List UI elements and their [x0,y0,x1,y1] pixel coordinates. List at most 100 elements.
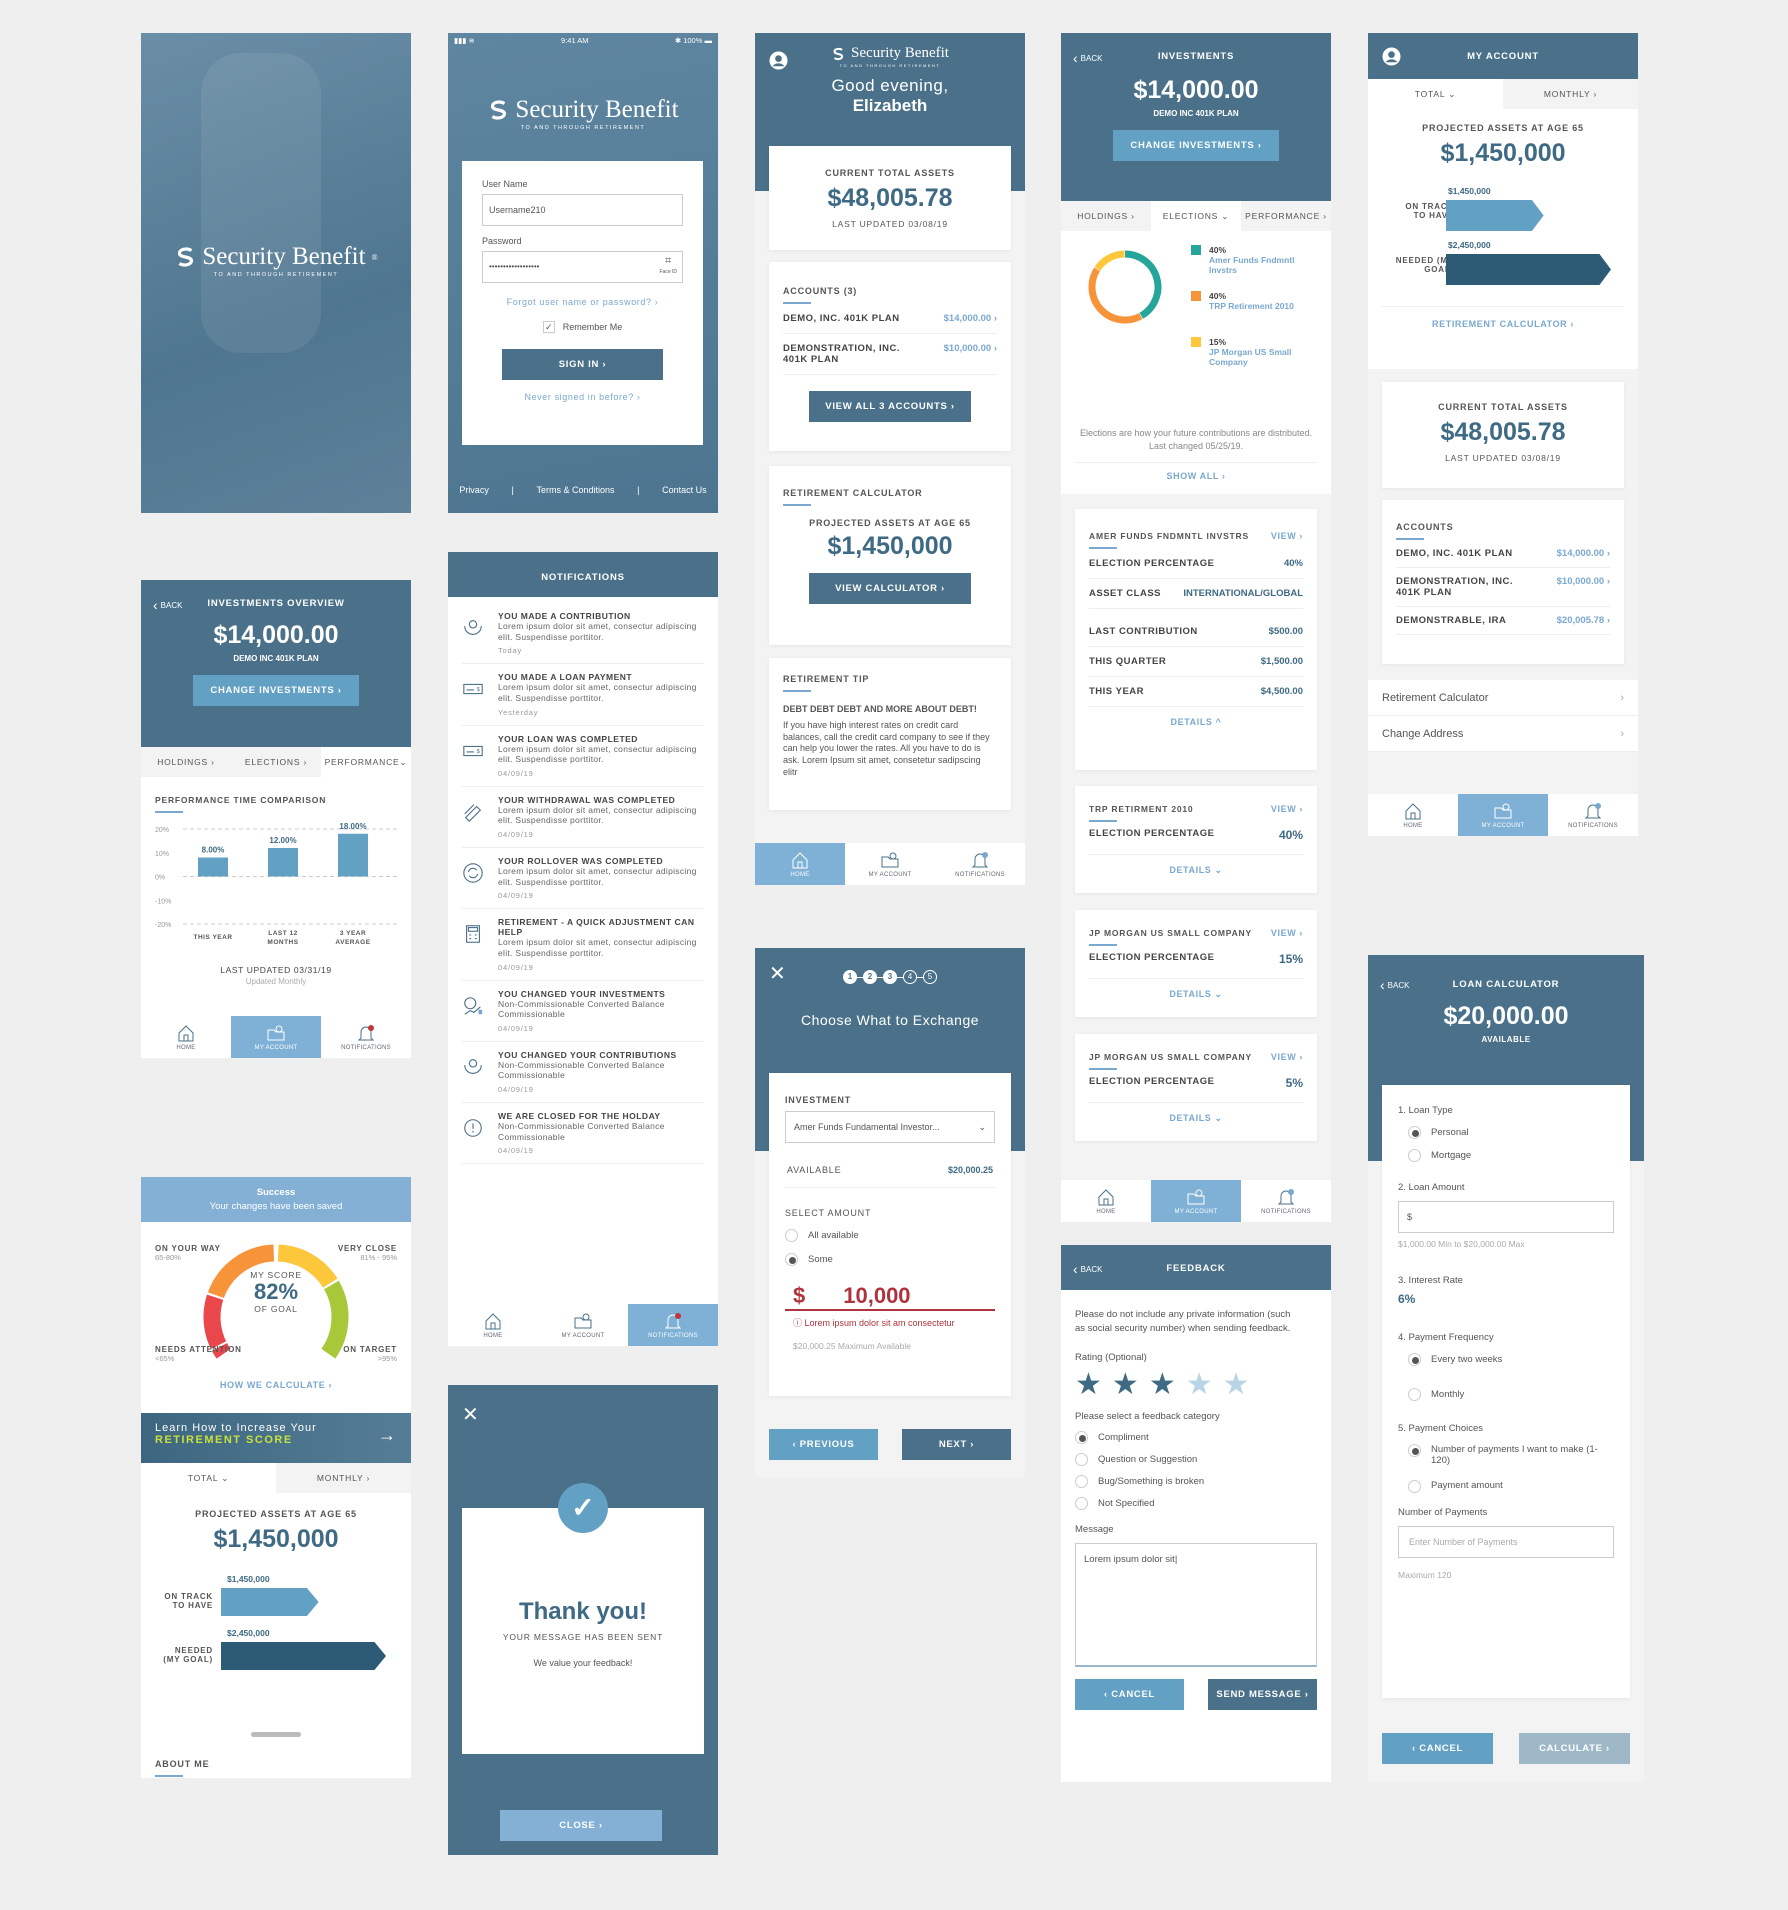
loan-type-option[interactable]: Mortgage [1408,1149,1614,1162]
category-option[interactable]: Question or Suggestion [1075,1452,1317,1466]
number-of-payments-input[interactable]: Enter Number of Payments [1398,1526,1614,1558]
notification-item[interactable]: YOUR WITHDRAWAL WAS COMPLETED Lorem ipsum… [462,787,704,848]
notification-item[interactable]: YOU CHANGED YOUR INVESTMENTS Non-Commissi… [462,981,704,1042]
radio-button[interactable] [1408,1353,1421,1366]
retirement-calculator-link[interactable]: RETIREMENT CALCULATOR › [1382,306,1624,329]
loan-type-option[interactable]: Personal [1408,1126,1614,1139]
face-id-button[interactable]: ⌗ Face ID [659,254,677,276]
calculate-button[interactable]: CALCULATE › [1519,1733,1630,1764]
investment-select[interactable]: Amer Funds Fundamental Investor... ⌄ [785,1111,995,1143]
nav-my-account[interactable]: MY ACCOUNT [231,1016,321,1058]
payment-choice-option[interactable]: Number of payments I want to make (1-120… [1408,1444,1598,1466]
radio-button[interactable] [1408,1480,1421,1493]
back-button[interactable]: ‹ BACK [153,597,182,613]
notification-item[interactable]: $ YOU MADE A LOAN PAYMENT Lorem ipsum dolo… [462,664,704,726]
tab-performance[interactable]: PERFORMANCE⌄ [321,747,411,777]
nav-home[interactable]: HOME [755,843,845,885]
star-icon[interactable]: ★ [1223,1368,1250,1401]
nav-notifications[interactable]: NOTIFICATIONS [935,843,1025,885]
remember-me[interactable]: ✓ Remember Me [482,321,683,333]
tab-elections[interactable]: ELECTIONS › [231,747,321,777]
details-toggle[interactable]: DETAILS ⌄ [1089,1113,1303,1124]
profile-icon[interactable] [769,51,788,70]
legend-name[interactable]: TRP Retirement 2010 [1209,301,1294,311]
notification-item[interactable]: WE ARE CLOSED FOR THE HOLDAY Non-Commissi… [462,1103,704,1165]
nav-notifications[interactable]: NOTIFICATIONS [321,1016,411,1058]
show-all-link[interactable]: SHOW ALL › [1061,471,1331,481]
amount-option[interactable]: All available [785,1229,995,1242]
loan-amount-input[interactable]: $ [1398,1201,1614,1233]
amount-input[interactable]: $10,000 [785,1277,995,1311]
tab-monthly[interactable]: MONTHLY › [1503,79,1638,109]
forgot-link[interactable]: Forgot user name or password? › [482,297,683,307]
category-option[interactable]: Compliment [1075,1430,1317,1444]
view-fund-link[interactable]: VIEW › [1271,1052,1303,1062]
star-icon[interactable]: ★ [1149,1368,1176,1401]
cancel-button[interactable]: ‹ CANCEL [1075,1678,1184,1710]
star-icon[interactable]: ★ [1075,1368,1102,1401]
view-fund-link[interactable]: VIEW › [1271,804,1303,814]
terms-link[interactable]: Terms & Conditions [536,485,614,495]
star-icon[interactable]: ★ [1186,1368,1213,1401]
nav-home[interactable]: HOME [1061,1180,1151,1222]
change-investments-button[interactable]: CHANGE INVESTMENTS › [193,675,359,706]
details-toggle[interactable]: DETAILS ⌄ [1089,865,1303,876]
view-fund-link[interactable]: VIEW › [1271,928,1303,938]
nav-home[interactable]: HOME [1368,794,1458,836]
category-option[interactable]: Bug/Something is broken [1075,1474,1317,1488]
account-link-item[interactable]: Retirement Calculator › [1368,680,1638,716]
never-signed-in-link[interactable]: Never signed in before? › [482,392,683,402]
notification-item[interactable]: YOU MADE A CONTRIBUTION Lorem ipsum dolor… [462,603,704,665]
radio-button[interactable] [1408,1149,1421,1162]
payment-choice-option[interactable]: Payment amount [1408,1480,1598,1493]
radio-button[interactable] [1075,1430,1088,1444]
tab-holdings[interactable]: HOLDINGS › [141,747,231,777]
star-rating[interactable]: ★ ★ ★ ★ ★ [1075,1368,1317,1401]
drag-handle[interactable] [251,1732,301,1737]
cancel-button[interactable]: ‹ CANCEL [1382,1733,1493,1764]
nav-home[interactable]: HOME [141,1016,231,1058]
username-input[interactable]: Username210 [482,194,683,226]
view-fund-link[interactable]: VIEW › [1271,531,1303,541]
nav-my-account[interactable]: MY ACCOUNT [1458,794,1548,836]
close-button[interactable]: CLOSE › [500,1810,662,1841]
profile-icon[interactable] [1382,47,1401,66]
view-all-accounts-button[interactable]: VIEW ALL 3 ACCOUNTS › [809,391,971,422]
legend-name[interactable]: JP Morgan US Small Company [1209,347,1311,367]
password-input[interactable]: •••••••••••••••••• ⌗ Face ID [482,251,683,283]
close-icon[interactable]: ✕ [462,1405,479,1425]
tab-holdings[interactable]: HOLDINGS › [1061,201,1151,231]
nav-my-account[interactable]: MY ACCOUNT [1151,1180,1241,1222]
how-we-calculate-link[interactable]: HOW WE CALCULATE › [141,1380,411,1390]
notification-item[interactable]: YOUR ROLLOVER WAS COMPLETED Lorem ipsum d… [462,848,704,910]
back-button[interactable]: ‹ BACK [1380,977,1409,993]
account-row[interactable]: DEMO, INC. 401K PLAN $14,000.00 › [783,304,997,334]
radio-button[interactable] [1075,1474,1088,1488]
nav-notifications[interactable]: NOTIFICATIONS [1548,794,1638,836]
notification-item[interactable]: $ YOUR LOAN WAS COMPLETED Lorem ipsum dolo… [462,726,704,787]
star-icon[interactable]: ★ [1112,1368,1139,1401]
back-button[interactable]: ‹ BACK [1073,50,1102,66]
radio-button[interactable] [1408,1126,1421,1139]
radio-button[interactable] [1075,1496,1088,1510]
back-button[interactable]: ‹ BACK [1073,1261,1102,1277]
notification-item[interactable]: RETIREMENT - A QUICK ADJUSTMENT CAN HELP… [462,909,704,981]
send-message-button[interactable]: SEND MESSAGE › [1208,1678,1317,1710]
close-icon[interactable]: ✕ [769,964,786,984]
account-row[interactable]: DEMONSTRABLE, IRA $20,005.78 › [1396,607,1610,635]
notification-item[interactable]: YOU CHANGED YOUR CONTRIBUTIONS Non-Commis… [462,1042,704,1103]
tab-total[interactable]: TOTAL ⌄ [141,1463,276,1493]
legend-name[interactable]: Amer Funds Fndmntl Invstrs [1209,255,1311,275]
next-button[interactable]: NEXT › [902,1429,1011,1460]
nav-notifications[interactable]: NOTIFICATIONS [628,1304,718,1346]
view-calculator-button[interactable]: VIEW CALCULATOR › [809,573,971,604]
retirement-score-promo[interactable]: Learn How to Increase Your RETIREMENT SC… [141,1413,411,1463]
privacy-link[interactable]: Privacy [459,485,489,495]
radio-button[interactable] [785,1253,798,1266]
tab-monthly[interactable]: MONTHLY › [276,1463,411,1493]
nav-notifications[interactable]: NOTIFICATIONS [1241,1180,1331,1222]
account-row[interactable]: DEMONSTRATION, INC. 401K PLAN $10,000.00 … [783,334,997,375]
tab-performance[interactable]: PERFORMANCE › [1241,201,1331,231]
account-link-item[interactable]: Change Address › [1368,716,1638,752]
radio-button[interactable] [1075,1452,1088,1466]
